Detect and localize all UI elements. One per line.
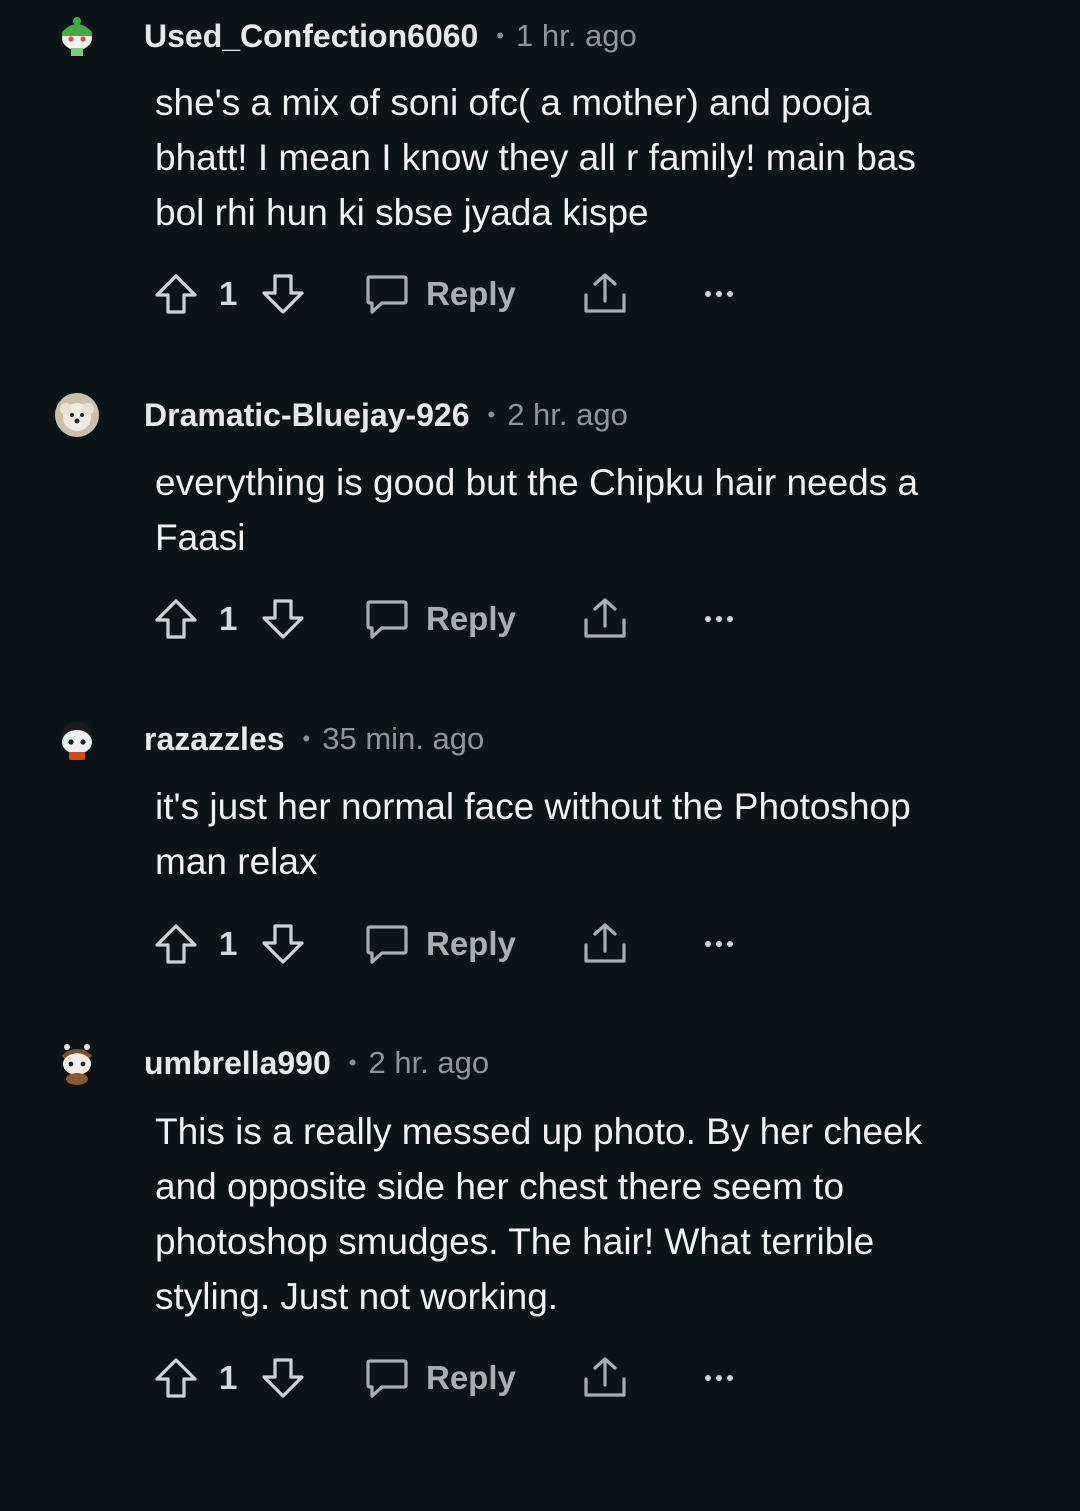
comment-line: bol rhi hun ki sbse jyada kispe bbox=[155, 192, 649, 233]
share-icon bbox=[584, 923, 626, 963]
comment-line: everything is good but the Chipku hair n… bbox=[155, 462, 919, 503]
comment-bubble-icon bbox=[366, 275, 408, 314]
vote-count: 1 bbox=[219, 275, 238, 312]
share-icon bbox=[584, 1357, 626, 1397]
separator-dot: • bbox=[496, 23, 505, 48]
username[interactable]: umbrella990 bbox=[144, 1045, 331, 1082]
downvote-button[interactable] bbox=[261, 1350, 305, 1406]
upvote-button[interactable] bbox=[154, 916, 198, 972]
comment-line: photoshop smudges. The hair! What terrib… bbox=[155, 1221, 875, 1262]
comment-meta: Used_Confection6060 • 1 hr. ago bbox=[144, 14, 637, 58]
share-icon bbox=[584, 273, 626, 313]
comment-meta: razazzles • 35 min. ago bbox=[144, 717, 484, 761]
reply-label: Reply bbox=[426, 275, 516, 312]
comment-actions: 1 Reply bbox=[0, 916, 1080, 972]
more-options-button[interactable] bbox=[704, 591, 734, 647]
more-options-icon bbox=[705, 941, 733, 947]
separator-dot: • bbox=[487, 402, 496, 427]
more-options-icon bbox=[705, 1375, 733, 1381]
comment-actions: 1 Reply bbox=[0, 266, 1080, 322]
separator-dot: • bbox=[348, 1050, 357, 1075]
share-icon bbox=[584, 598, 626, 638]
vote-count: 1 bbox=[219, 925, 238, 962]
snoo-brown-avatar-icon[interactable] bbox=[55, 1041, 99, 1085]
comment-bubble-icon bbox=[366, 925, 408, 964]
snoo-dark-hair-avatar-icon[interactable] bbox=[55, 717, 99, 761]
comment-body: everything is good but the Chipku hair n… bbox=[155, 455, 985, 565]
upvote-icon bbox=[155, 599, 197, 639]
reply-button[interactable]: Reply bbox=[364, 1350, 516, 1406]
comment-line: and opposite side her chest there seem t… bbox=[155, 1166, 845, 1207]
username[interactable]: razazzles bbox=[144, 721, 285, 758]
comment-line: This is a really messed up photo. By her… bbox=[155, 1111, 923, 1152]
more-options-icon bbox=[705, 291, 733, 297]
comment-meta: umbrella990 • 2 hr. ago bbox=[144, 1041, 489, 1085]
white-dog-avatar-icon[interactable] bbox=[55, 393, 99, 437]
vote-count: 1 bbox=[219, 600, 238, 637]
comment-bubble-icon bbox=[366, 600, 408, 639]
comment-bubble-icon bbox=[366, 1359, 408, 1398]
comment-line: it's just her normal face without the Ph… bbox=[155, 786, 911, 827]
comment-actions: 1 Reply bbox=[0, 1350, 1080, 1406]
upvote-button[interactable] bbox=[154, 1350, 198, 1406]
downvote-icon bbox=[262, 274, 304, 314]
downvote-button[interactable] bbox=[261, 591, 305, 647]
reply-button[interactable]: Reply bbox=[364, 916, 516, 972]
username[interactable]: Used_Confection6060 bbox=[144, 18, 478, 55]
share-button[interactable] bbox=[582, 266, 628, 322]
share-button[interactable] bbox=[582, 591, 628, 647]
downvote-icon bbox=[262, 599, 304, 639]
share-button[interactable] bbox=[582, 916, 628, 972]
more-options-button[interactable] bbox=[704, 1350, 734, 1406]
comment-line: she's a mix of soni ofc( a mother) and p… bbox=[155, 82, 872, 123]
comment-body: she's a mix of soni ofc( a mother) and p… bbox=[155, 75, 985, 240]
more-options-icon bbox=[705, 616, 733, 622]
comment-line: Faasi bbox=[155, 517, 246, 558]
reply-label: Reply bbox=[426, 600, 516, 637]
upvote-icon bbox=[155, 274, 197, 314]
upvote-icon bbox=[155, 924, 197, 964]
downvote-icon bbox=[262, 1358, 304, 1398]
timestamp: 1 hr. ago bbox=[516, 18, 637, 53]
comment-line: styling. Just not working. bbox=[155, 1276, 559, 1317]
comment-body: it's just her normal face without the Ph… bbox=[155, 779, 985, 889]
comment-line: man relax bbox=[155, 841, 318, 882]
reply-label: Reply bbox=[426, 925, 516, 962]
reply-button[interactable]: Reply bbox=[364, 266, 516, 322]
comment-body: This is a really messed up photo. By her… bbox=[155, 1104, 985, 1324]
vote-count: 1 bbox=[219, 1359, 238, 1396]
more-options-button[interactable] bbox=[704, 916, 734, 972]
username[interactable]: Dramatic-Bluejay-926 bbox=[144, 397, 469, 434]
separator-dot: • bbox=[302, 726, 311, 751]
timestamp: 2 hr. ago bbox=[368, 1045, 490, 1080]
reply-label: Reply bbox=[426, 1359, 516, 1396]
reply-button[interactable]: Reply bbox=[364, 591, 516, 647]
downvote-button[interactable] bbox=[261, 916, 305, 972]
upvote-icon bbox=[155, 1358, 197, 1398]
timestamp: 2 hr. ago bbox=[507, 397, 628, 432]
downvote-icon bbox=[262, 924, 304, 964]
upvote-button[interactable] bbox=[154, 591, 198, 647]
comment-actions: 1 Reply bbox=[0, 591, 1080, 647]
upvote-button[interactable] bbox=[154, 266, 198, 322]
downvote-button[interactable] bbox=[261, 266, 305, 322]
more-options-button[interactable] bbox=[704, 266, 734, 322]
share-button[interactable] bbox=[582, 1350, 628, 1406]
snoo-green-hat-avatar-icon[interactable] bbox=[55, 14, 99, 58]
timestamp: 35 min. ago bbox=[322, 721, 485, 756]
comment-line: bhatt! I mean I know they all r family! … bbox=[155, 137, 916, 178]
comment-meta: Dramatic-Bluejay-926 • 2 hr. ago bbox=[144, 393, 628, 437]
